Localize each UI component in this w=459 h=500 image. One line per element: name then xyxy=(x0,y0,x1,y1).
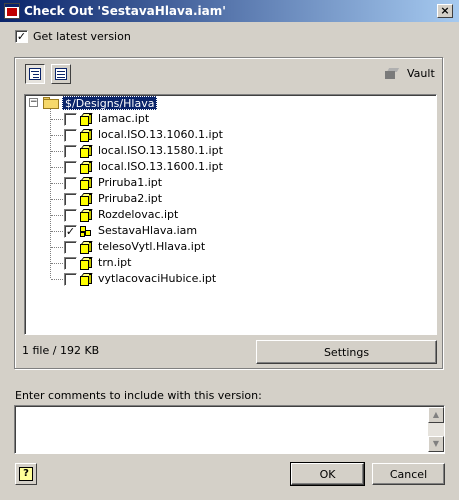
part-icon xyxy=(80,257,93,270)
vault-icon xyxy=(385,68,400,80)
tree-branch-line xyxy=(51,279,63,280)
folder-icon xyxy=(43,97,59,109)
ok-button[interactable]: OK xyxy=(290,462,365,486)
file-checkbox[interactable] xyxy=(64,193,77,206)
tree-branch-line xyxy=(51,151,63,152)
tree-branch-line xyxy=(51,119,63,120)
part-icon xyxy=(80,209,93,222)
comments-input[interactable] xyxy=(14,405,445,454)
comments-scrollbar[interactable]: ▲ ▼ xyxy=(428,407,444,452)
tree-branch-line xyxy=(51,199,63,200)
part-icon xyxy=(80,241,93,254)
window-title: Check Out 'SestavaHlava.iam' xyxy=(24,4,226,18)
file-checkbox[interactable] xyxy=(64,113,77,126)
tree-item-label[interactable]: vytlacovaciHubice.ipt xyxy=(98,272,216,286)
comments-label: Enter comments to include with this vers… xyxy=(15,389,262,402)
checkmark-icon: ✓ xyxy=(16,30,27,43)
file-checkbox[interactable] xyxy=(64,241,77,254)
tree-branch-line xyxy=(51,247,63,248)
tree-branch-line xyxy=(51,263,63,264)
tree-item-label[interactable]: Rozdelovac.ipt xyxy=(98,208,178,222)
tree-item-label[interactable]: SestavaHlava.iam xyxy=(98,224,197,238)
assembly-icon xyxy=(80,225,92,238)
get-latest-label: Get latest version xyxy=(33,30,131,43)
get-latest-checkbox[interactable]: ✓ xyxy=(15,30,28,43)
tree-branch-line xyxy=(51,135,63,136)
app-icon xyxy=(4,3,20,19)
file-checkbox[interactable]: ✓ xyxy=(64,225,77,238)
tree-branch-line xyxy=(51,167,63,168)
tree-item-label[interactable]: trn.ipt xyxy=(98,256,131,270)
tree-branch-line xyxy=(51,183,63,184)
file-checkbox[interactable] xyxy=(64,273,77,286)
tree-item-label[interactable]: Priruba1.ipt xyxy=(98,176,162,190)
scroll-up-icon[interactable]: ▲ xyxy=(428,407,444,423)
part-icon xyxy=(80,273,93,286)
list-view-button[interactable] xyxy=(51,64,71,84)
file-checkbox[interactable] xyxy=(64,209,77,222)
part-icon xyxy=(80,145,93,158)
tree-item-label[interactable]: local.ISO.13.1600.1.ipt xyxy=(98,160,223,174)
tree-item-label[interactable]: local.ISO.13.1060.1.ipt xyxy=(98,128,223,142)
part-icon xyxy=(80,193,93,206)
tree-item-label[interactable]: Priruba2.ipt xyxy=(98,192,162,206)
part-icon xyxy=(80,177,93,190)
part-icon xyxy=(80,161,93,174)
file-checkbox[interactable] xyxy=(64,177,77,190)
cancel-button[interactable]: Cancel xyxy=(372,463,445,485)
help-button[interactable]: ? xyxy=(15,463,37,485)
status-summary: 1 file / 192 KB xyxy=(22,344,100,357)
tree-branch-line xyxy=(51,231,63,232)
file-checkbox[interactable] xyxy=(64,161,77,174)
part-icon xyxy=(80,129,93,142)
tree-item-label[interactable]: telesoVytl.Hlava.ipt xyxy=(98,240,205,254)
help-icon: ? xyxy=(19,467,33,481)
file-checkbox[interactable] xyxy=(64,145,77,158)
tree-root-folder[interactable]: $/Designs/Hlava xyxy=(62,96,158,110)
settings-button[interactable]: Settings xyxy=(256,340,437,364)
tree-view-button[interactable] xyxy=(25,64,45,84)
checkmark-icon: ✓ xyxy=(65,225,76,238)
tree-guide-line xyxy=(50,107,51,278)
part-icon xyxy=(80,113,93,126)
scroll-down-icon[interactable]: ▼ xyxy=(428,436,444,452)
vault-label: Vault xyxy=(407,67,435,80)
tree-item-label[interactable]: lamac.ipt xyxy=(98,112,149,126)
list-view-icon xyxy=(55,68,67,80)
tree-branch-line xyxy=(51,215,63,216)
title-bar: Check Out 'SestavaHlava.iam' × xyxy=(0,0,459,22)
file-checkbox[interactable] xyxy=(64,257,77,270)
tree-item-label[interactable]: local.ISO.13.1580.1.ipt xyxy=(98,144,223,158)
tree-view-icon xyxy=(29,68,41,80)
close-button[interactable]: × xyxy=(437,4,453,18)
file-checkbox[interactable] xyxy=(64,129,77,142)
collapse-icon[interactable]: − xyxy=(29,98,38,107)
